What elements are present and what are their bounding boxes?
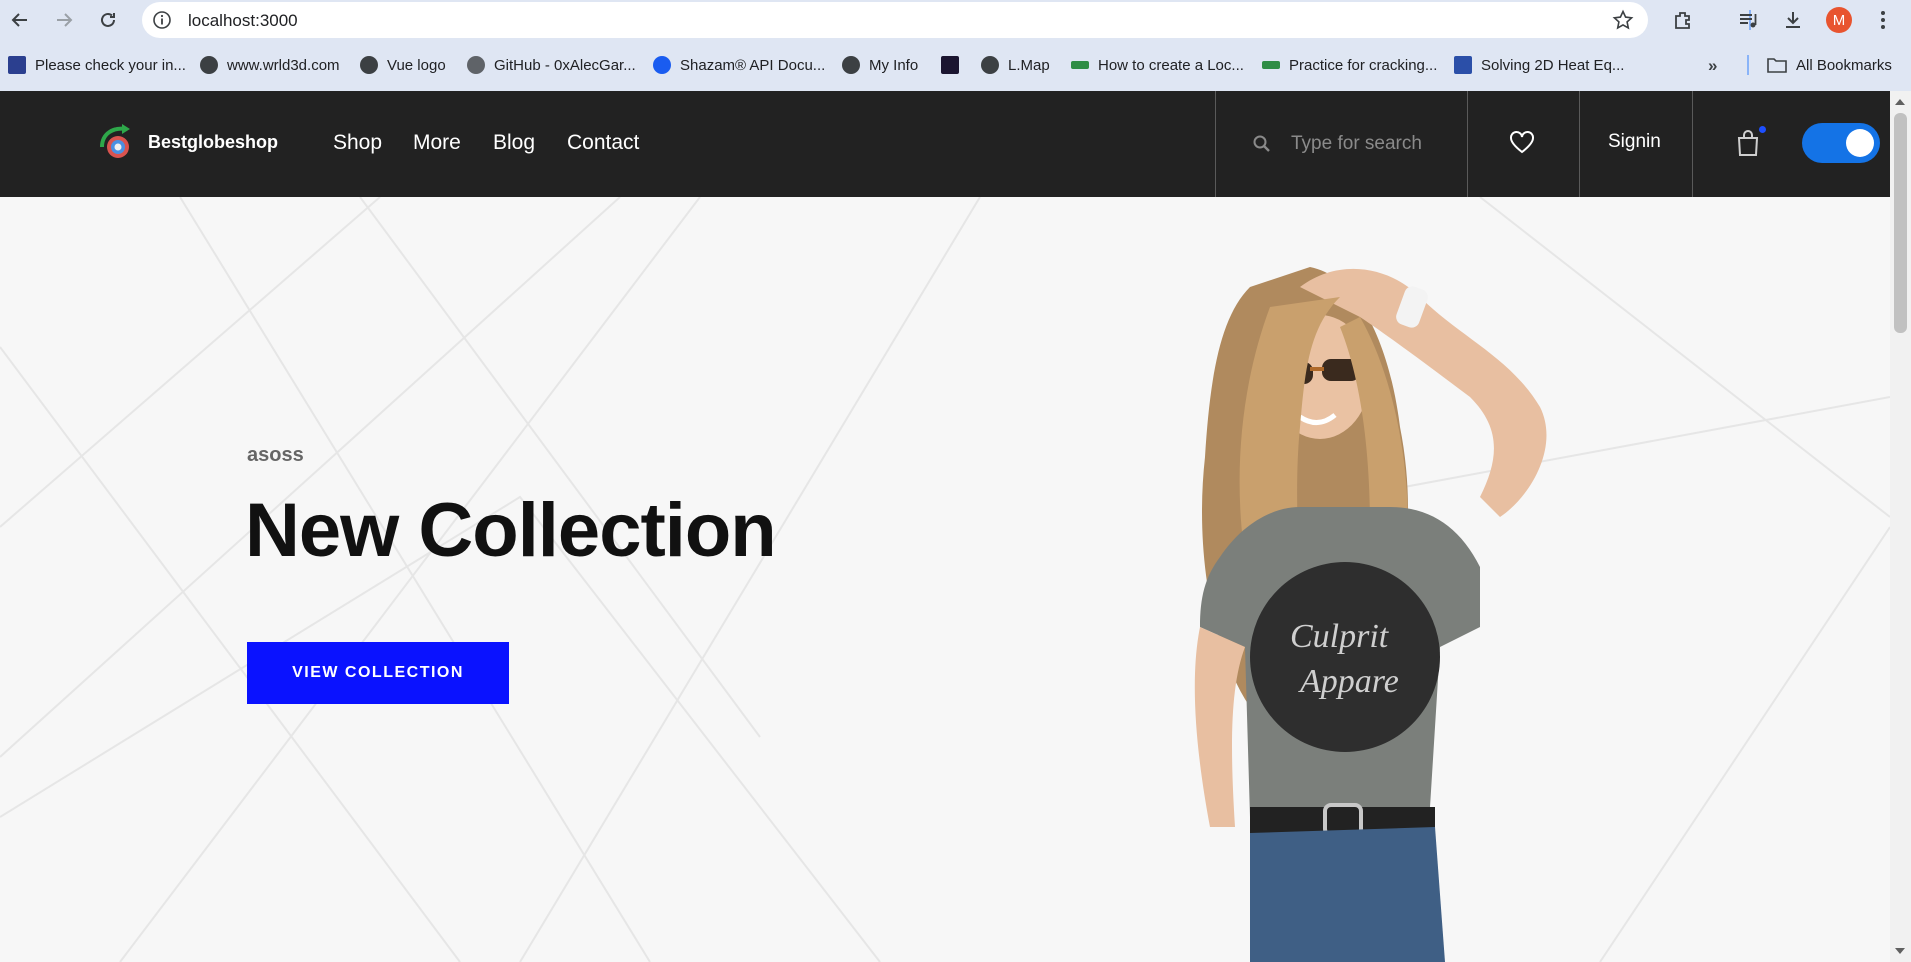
site-header: Bestglobeshop Shop More Blog Contact Typ… — [0, 91, 1890, 197]
theme-toggle[interactable] — [1802, 123, 1880, 163]
github-icon — [467, 56, 485, 74]
ui-icon — [941, 56, 959, 74]
svg-text:Appare: Appare — [1298, 663, 1399, 700]
more-bookmarks-icon[interactable]: » — [1708, 56, 1717, 76]
extensions-icon[interactable] — [1670, 7, 1696, 33]
url-text[interactable]: localhost:3000 — [188, 11, 298, 31]
hero-banner: asoss New Collection VIEW COLLECTION Cul… — [0, 197, 1890, 962]
address-bar[interactable]: localhost:3000 — [142, 2, 1648, 38]
folder-icon — [1767, 58, 1787, 73]
nav-shop[interactable]: Shop — [333, 131, 382, 155]
forward-icon[interactable] — [50, 6, 78, 34]
scroll-down-arrow-icon[interactable] — [1895, 948, 1905, 954]
bookmark-item[interactable]: www.wrld3d.com — [200, 53, 340, 77]
reload-icon[interactable] — [94, 6, 122, 34]
globe-icon — [842, 56, 860, 74]
bookmark-item[interactable]: GitHub - 0xAlecGar... — [467, 53, 636, 77]
all-bookmarks-button[interactable]: All Bookmarks — [1767, 53, 1892, 77]
globe-icon — [200, 56, 218, 74]
nav-more[interactable]: More — [413, 131, 461, 155]
page-viewport: Bestglobeshop Shop More Blog Contact Typ… — [0, 91, 1911, 962]
shopping-bag-icon[interactable] — [1734, 128, 1762, 158]
toggle-knob — [1846, 129, 1874, 157]
bookmark-item[interactable] — [941, 53, 968, 77]
browser-toolbar: localhost:3000 M — [0, 0, 1911, 40]
co-icon — [1454, 56, 1472, 74]
globe-icon — [360, 56, 378, 74]
page-scrollbar[interactable] — [1890, 91, 1911, 962]
hero-title: New Collection — [245, 488, 777, 573]
bookmarks-bar: Please check your in... www.wrld3d.com V… — [0, 44, 1911, 86]
checkbox-icon — [8, 56, 26, 74]
nav-blog[interactable]: Blog — [493, 131, 535, 155]
nav-contact[interactable]: Contact — [567, 131, 639, 155]
bookmark-item[interactable]: How to create a Loc... — [1071, 53, 1244, 77]
more-menu-icon[interactable] — [1870, 7, 1896, 33]
brand-logo[interactable] — [96, 121, 136, 161]
download-icon[interactable] — [1780, 7, 1806, 33]
brand-name[interactable]: Bestglobeshop — [148, 132, 278, 153]
heart-icon[interactable] — [1508, 129, 1536, 157]
bookmark-item[interactable]: Practice for cracking... — [1262, 53, 1437, 77]
back-icon[interactable] — [6, 6, 34, 34]
bookmark-item[interactable]: L.Map — [981, 53, 1050, 77]
media-control-icon[interactable] — [1735, 7, 1761, 33]
bookmark-item[interactable]: Shazam® API Docu... — [653, 53, 825, 77]
bookmark-item[interactable]: Please check your in... — [8, 53, 186, 77]
bookmarks-divider — [1747, 55, 1749, 75]
shazam-icon — [653, 56, 671, 74]
hero-subtitle: asoss — [247, 444, 304, 466]
search-icon — [1252, 134, 1272, 154]
bookmark-item[interactable]: My Info — [842, 53, 918, 77]
gfg-icon — [1071, 61, 1089, 69]
bookmark-star-icon[interactable] — [1612, 9, 1634, 31]
search-input[interactable]: Type for search — [1291, 133, 1422, 155]
signin-link[interactable]: Signin — [1608, 131, 1661, 153]
scroll-thumb[interactable] — [1894, 113, 1907, 333]
gfg-icon — [1262, 61, 1280, 69]
globe-icon — [981, 56, 999, 74]
scroll-up-arrow-icon[interactable] — [1895, 99, 1905, 105]
site-info-icon[interactable] — [152, 10, 172, 30]
cart-badge — [1759, 126, 1766, 133]
profile-avatar[interactable]: M — [1826, 7, 1852, 33]
svg-text:Culprit: Culprit — [1290, 618, 1390, 655]
hero-model-image: Culprit Appare — [1194, 267, 1547, 962]
view-collection-button[interactable]: VIEW COLLECTION — [247, 642, 509, 704]
bookmark-item[interactable]: Vue logo — [360, 53, 446, 77]
bookmark-item[interactable]: Solving 2D Heat Eq... — [1454, 53, 1624, 77]
